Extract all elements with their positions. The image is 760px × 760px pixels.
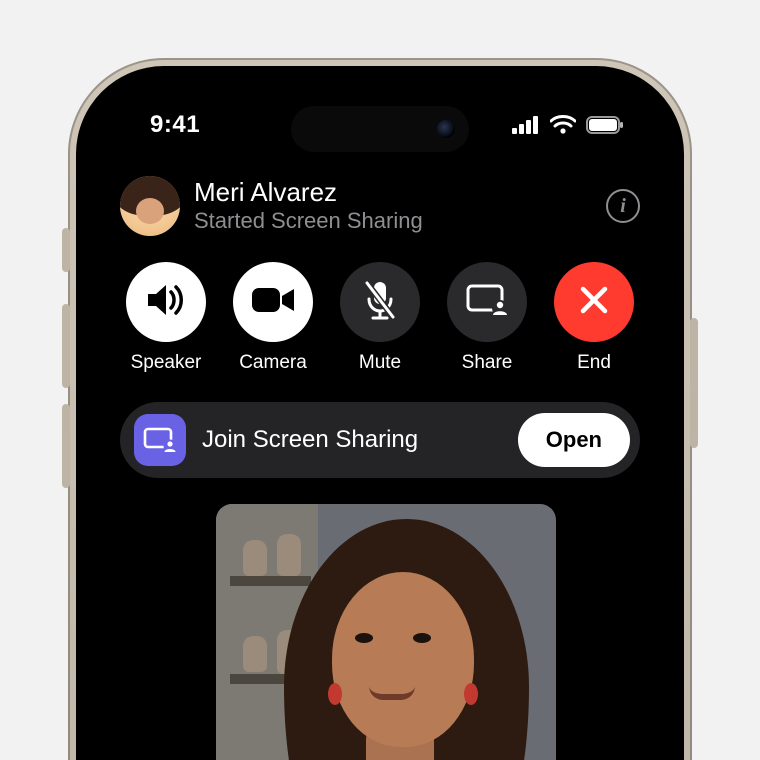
status-bar: 9:41 <box>96 86 664 164</box>
info-icon: i <box>620 195 626 218</box>
end-label: End <box>577 352 611 374</box>
status-indicators <box>512 115 624 135</box>
speaker-icon <box>144 280 188 325</box>
end-button[interactable] <box>554 262 634 342</box>
mic-off-icon <box>362 279 398 326</box>
canvas: 9:41 <box>0 0 760 760</box>
info-button[interactable]: i <box>606 189 640 223</box>
camera-button[interactable] <box>233 262 313 342</box>
screen: 9:41 <box>96 86 664 760</box>
battery-icon <box>586 116 624 134</box>
phone-frame: 9:41 <box>68 58 692 760</box>
caller-subtitle: Started Screen Sharing <box>194 208 592 234</box>
share-label: Share <box>462 352 513 374</box>
phone-bezel: 9:41 <box>76 66 684 760</box>
screen-share-icon <box>465 282 509 323</box>
speaker-label: Speaker <box>131 352 202 374</box>
mute-control: Mute <box>334 262 426 374</box>
speaker-button[interactable] <box>126 262 206 342</box>
join-banner-text: Join Screen Sharing <box>202 426 502 454</box>
camera-label: Camera <box>239 352 307 374</box>
share-control: Share <box>441 262 533 374</box>
phone-side-button <box>62 228 70 272</box>
end-control: End <box>548 262 640 374</box>
caller-text: Meri Alvarez Started Screen Sharing <box>194 178 592 235</box>
close-icon <box>578 284 610 321</box>
camera-control: Camera <box>227 262 319 374</box>
join-screen-sharing-banner[interactable]: Join Screen Sharing Open <box>120 402 640 478</box>
speaker-control: Speaker <box>120 262 212 374</box>
phone-volume-down <box>62 404 70 488</box>
participant-video[interactable] <box>216 504 556 760</box>
video-icon <box>250 284 296 321</box>
phone-volume-up <box>62 304 70 388</box>
call-controls: Speaker Camera <box>120 262 640 374</box>
mute-button[interactable] <box>340 262 420 342</box>
phone-power-button <box>690 318 698 448</box>
status-time: 9:41 <box>150 111 200 139</box>
caller-name: Meri Alvarez <box>194 178 592 207</box>
share-button[interactable] <box>447 262 527 342</box>
cellular-icon <box>512 116 540 134</box>
mute-label: Mute <box>359 352 401 374</box>
caller-avatar[interactable] <box>120 176 180 236</box>
wifi-icon <box>550 115 576 135</box>
screen-share-app-icon <box>134 414 186 466</box>
call-header: Meri Alvarez Started Screen Sharing i <box>120 176 640 236</box>
open-button[interactable]: Open <box>518 413 630 467</box>
